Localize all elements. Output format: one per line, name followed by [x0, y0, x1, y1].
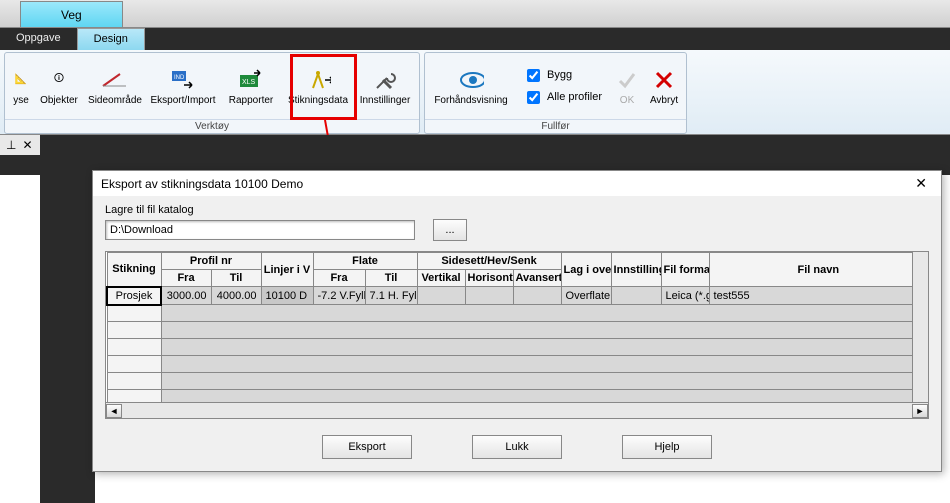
cell-til1[interactable]: 4000.00	[211, 287, 261, 305]
hdr-til1[interactable]: Til	[211, 270, 261, 287]
hdr-fra1[interactable]: Fra	[161, 270, 211, 287]
cell-filnavn[interactable]: test555	[709, 287, 927, 305]
cell-innst[interactable]	[611, 287, 661, 305]
lagre-label: Lagre til fil katalog	[105, 204, 929, 216]
hdr-profilnr: Profil nr	[161, 253, 261, 270]
btn-objekter-label: Objekter	[40, 95, 78, 106]
cell-horisont[interactable]	[465, 287, 513, 305]
btn-forhandsvisning-label: Forhåndsvisning	[434, 95, 507, 106]
dialog-eksport-stikningsdata: Eksport av stikningsdata 10100 Demo ✕ La…	[92, 170, 942, 472]
hdr-til2[interactable]: Til	[365, 270, 417, 287]
hdr-filformat[interactable]: Fil forma	[661, 253, 709, 287]
cell-avansert[interactable]	[513, 287, 561, 305]
btn-yse[interactable]: 📐 yse	[7, 56, 35, 116]
check-icon	[614, 67, 640, 93]
btn-avbryt-label: Avbryt	[650, 95, 678, 106]
hjelp-button[interactable]: Hjelp	[622, 435, 712, 459]
cell-filformat[interactable]: Leica (*.g	[661, 287, 709, 305]
eye-icon	[458, 67, 484, 93]
highlight-stikningsdata	[290, 54, 357, 120]
objects-icon: 🛈	[46, 67, 72, 93]
grid[interactable]: Stikning Profil nr Linjer i V Flate Side…	[105, 251, 929, 419]
tab-oppgave[interactable]: Oppgave	[0, 28, 77, 50]
cell-fra2[interactable]: -7.2 V.Fyll	[313, 287, 365, 305]
chk-alleprofiler[interactable]: Alle profiler	[523, 88, 602, 107]
btn-ok-label: OK	[620, 95, 634, 106]
pin-icon[interactable]: ⊥	[6, 138, 16, 152]
path-input[interactable]	[105, 220, 415, 240]
btn-rapporter-label: Rapporter	[229, 95, 273, 106]
import-icon: IND	[170, 67, 196, 93]
btn-innstillinger[interactable]: Innstillinger	[353, 56, 417, 116]
btn-rapporter[interactable]: XLS Rapporter	[219, 56, 283, 116]
hdr-horisont[interactable]: Horisont	[465, 270, 513, 287]
cell-vertikal[interactable]	[417, 287, 465, 305]
hdr-linjer[interactable]: Linjer i V	[261, 253, 313, 287]
btn-ok[interactable]: OK	[610, 56, 644, 116]
chk-bygg[interactable]: Bygg	[523, 66, 602, 85]
group-verktoy-label: Verktøy	[5, 119, 419, 133]
btn-avbryt[interactable]: Avbryt	[644, 56, 684, 116]
eksport-button[interactable]: Eksport	[322, 435, 412, 459]
scroll-right-icon[interactable]: ►	[912, 404, 928, 418]
btn-yse-label: yse	[13, 95, 29, 106]
chk-alleprofiler-label: Alle profiler	[547, 91, 602, 103]
dialog-title: Eksport av stikningsdata 10100 Demo	[101, 177, 303, 191]
svg-text:XLS: XLS	[242, 79, 256, 86]
cell-fra1[interactable]: 3000.00	[161, 287, 211, 305]
btn-forhandsvisning[interactable]: Forhåndsvisning	[427, 56, 515, 116]
hdr-vertikal[interactable]: Vertikal	[417, 270, 465, 287]
cell-lag[interactable]: Overflate	[561, 287, 611, 305]
hdr-stikning[interactable]: Stikning	[107, 253, 161, 287]
tools-icon	[372, 67, 398, 93]
btn-eksportimport[interactable]: IND Eksport/Import	[147, 56, 219, 116]
hdr-flate: Flate	[313, 253, 417, 270]
chk-bygg-input[interactable]	[527, 69, 540, 82]
tab-design[interactable]: Design	[77, 28, 145, 50]
cell-stikning[interactable]: Prosjek	[107, 287, 161, 305]
btn-eksportimport-label: Eksport/Import	[150, 95, 215, 106]
slope-icon	[102, 67, 128, 93]
dialog-close-icon[interactable]: ✕	[909, 175, 933, 192]
grid-vscroll[interactable]	[912, 252, 928, 402]
hdr-sidesett: Sidesett/Hev/Senk	[417, 253, 561, 270]
hdr-fra2[interactable]: Fra	[313, 270, 365, 287]
btn-innstillinger-label: Innstillinger	[360, 95, 411, 106]
chk-bygg-label: Bygg	[547, 69, 572, 81]
tab-veg[interactable]: Veg	[20, 1, 123, 27]
lukk-button[interactable]: Lukk	[472, 435, 562, 459]
btn-sideomrade-label: Sideområde	[88, 95, 142, 106]
btn-sideomrade[interactable]: Sideområde	[83, 56, 147, 116]
browse-button[interactable]: ...	[433, 219, 467, 241]
hdr-innstilling: Innstilling /	[611, 253, 661, 287]
cell-til2[interactable]: 7.1 H. Fyll	[365, 287, 417, 305]
hdr-lag[interactable]: Lag i ove	[561, 253, 611, 287]
cell-linjer[interactable]: 10100 D	[261, 287, 313, 305]
close-panel-icon[interactable]: ✕	[22, 138, 32, 152]
chk-alleprofiler-input[interactable]	[527, 91, 540, 104]
group-fullfor-label: Fullfør	[425, 119, 686, 133]
analysis-icon: 📐	[8, 67, 34, 93]
grid-hscroll[interactable]: ◄ ►	[106, 402, 928, 418]
scroll-left-icon[interactable]: ◄	[106, 404, 122, 418]
svg-text:IND: IND	[174, 75, 185, 81]
btn-objekter[interactable]: 🛈 Objekter	[35, 56, 83, 116]
xls-icon: XLS	[238, 67, 264, 93]
hdr-filnavn[interactable]: Fil navn	[709, 253, 927, 287]
x-icon	[651, 67, 677, 93]
hdr-avansert[interactable]: Avansert	[513, 270, 561, 287]
